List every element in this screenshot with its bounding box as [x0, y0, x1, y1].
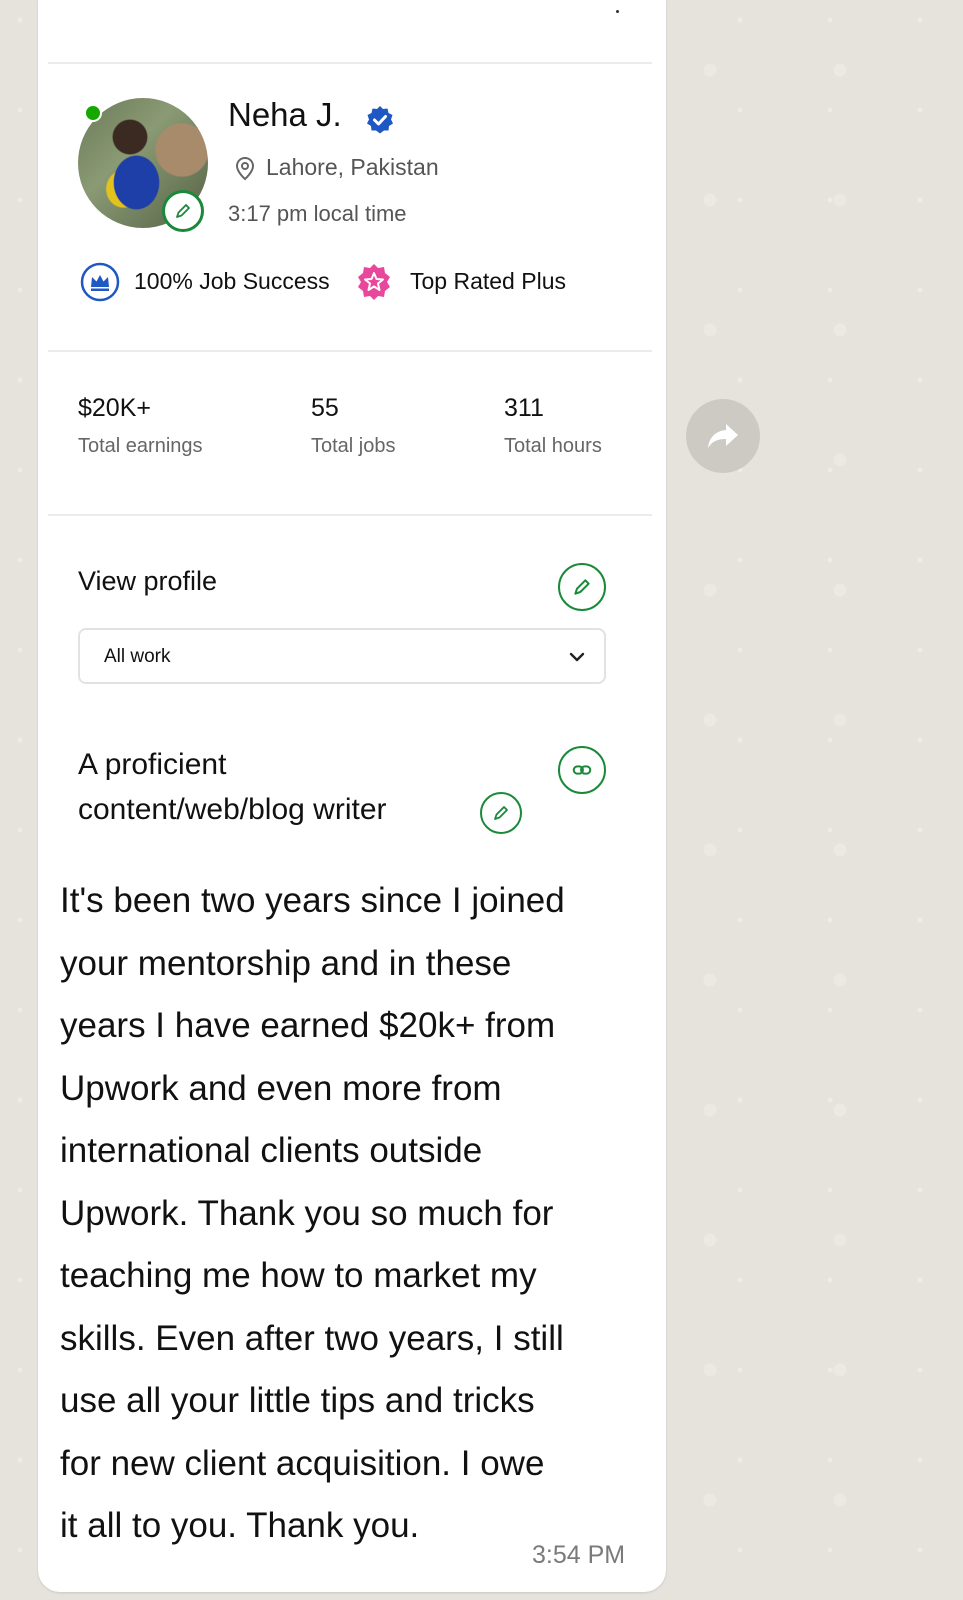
forward-arrow-icon: [708, 424, 738, 448]
profile-name: Neha J.: [228, 96, 342, 133]
message-line: use all your little tips and tricks: [60, 1381, 535, 1420]
top-rated-plus-badge: Top Rated Plus: [410, 268, 566, 294]
edit-profile-button[interactable]: [558, 563, 606, 611]
message-bubble[interactable]: Neha J. Lahore, Pakistan 3:17 pm local t…: [38, 0, 666, 1592]
edit-avatar-button[interactable]: [162, 190, 204, 232]
message-line: skills. Even after two years, I still: [60, 1318, 564, 1358]
pencil-icon: [574, 579, 590, 595]
divider: [48, 62, 652, 64]
message-line: your mentorship and in these: [60, 943, 512, 983]
message-line: years I have earned $20k+ from: [60, 1006, 556, 1045]
stat-total-hours: 311 Total hours: [504, 394, 602, 458]
stat-value: $20K+: [78, 394, 151, 422]
verified-badge-icon: [367, 106, 393, 134]
crown-icon: [80, 262, 120, 302]
link-icon: [572, 765, 592, 775]
local-time: 3:17 pm local time: [228, 201, 407, 226]
stat-label: Total jobs: [311, 435, 396, 457]
message-text: It's been two years since I joined your …: [60, 870, 650, 1558]
stat-label: Total hours: [504, 435, 602, 457]
message-line: It's been two years since I joined: [60, 881, 565, 920]
message-line: Upwork. Thank you so much for: [60, 1193, 554, 1233]
stat-value: 55: [311, 394, 339, 422]
message-line: for new client acquisition. I owe: [60, 1443, 545, 1483]
stat-total-earnings: $20K+ Total earnings: [78, 394, 203, 458]
forward-button[interactable]: [686, 399, 760, 473]
view-profile-heading: View profile: [78, 566, 218, 596]
profile-location: Lahore, Pakistan: [266, 154, 439, 180]
edit-headline-button[interactable]: [480, 792, 522, 834]
stat-label: Total earnings: [78, 435, 203, 457]
work-filter-select[interactable]: All work: [78, 628, 606, 684]
stat-value: 311: [504, 394, 544, 422]
stat-total-jobs: 55 Total jobs: [311, 394, 396, 458]
profile-headline-line-2: content/web/blog writer: [78, 793, 387, 826]
message-line: teaching me how to market my: [60, 1256, 537, 1295]
avatar: [78, 98, 208, 232]
divider: [48, 350, 652, 352]
pencil-icon: [494, 806, 508, 820]
select-value: All work: [104, 646, 171, 667]
message-line: Upwork and even more from: [60, 1068, 502, 1108]
copy-link-button[interactable]: [558, 746, 606, 794]
pencil-icon: [176, 204, 190, 218]
message-timestamp: 3:54 PM: [532, 1541, 626, 1569]
profile-headline-line-1: A proficient: [78, 748, 227, 781]
divider: [48, 514, 652, 516]
chevron-down-icon: [569, 652, 585, 662]
online-status-indicator: [84, 104, 102, 122]
message-line: international clients outside: [60, 1131, 483, 1170]
top-dot: [616, 10, 619, 13]
job-success-badge: 100% Job Success: [134, 268, 330, 294]
star-badge-icon: [358, 264, 390, 300]
location-pin-icon: [235, 156, 255, 181]
